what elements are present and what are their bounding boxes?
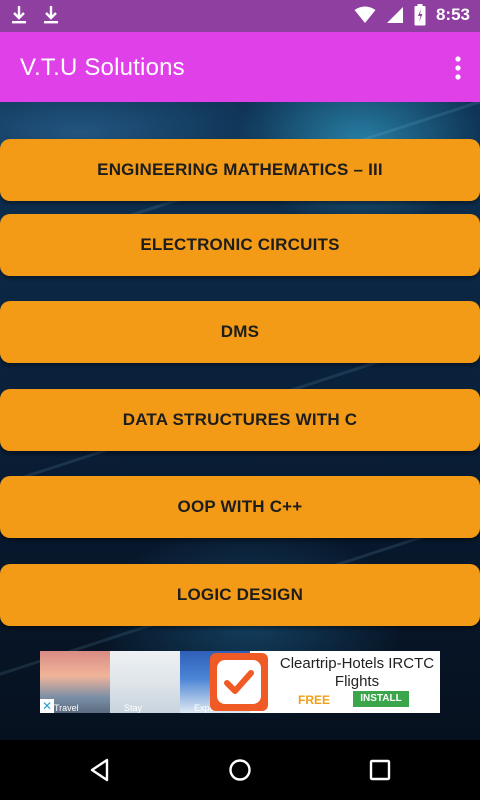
ad-photo-label: Travel: [54, 703, 79, 713]
subject-button-data-structures[interactable]: DATA STRUCTURES WITH C: [0, 389, 480, 451]
subject-button-label: ELECTRONIC CIRCUITS: [140, 235, 340, 254]
subject-button-oop-cpp[interactable]: OOP WITH C++: [0, 476, 480, 538]
download-icon: [10, 5, 28, 25]
subject-button-dms[interactable]: DMS: [0, 301, 480, 363]
subject-button-logic-design[interactable]: LOGIC DESIGN: [0, 564, 480, 626]
status-bar: 8:53: [0, 0, 480, 32]
ad-photo-label: Stay: [124, 703, 143, 713]
signal-icon: [386, 6, 404, 24]
download-icon: [42, 5, 60, 25]
ad-app-icon: [210, 653, 268, 711]
subject-button-label: DMS: [220, 322, 260, 341]
status-bar-system: 8:53: [354, 4, 470, 26]
wifi-icon: [354, 6, 376, 24]
checkmark-icon: [224, 670, 254, 694]
subject-button-label: OOP WITH C++: [177, 497, 303, 516]
more-vert-icon[interactable]: [454, 56, 462, 80]
ad-photo-stay: Stay: [110, 651, 180, 713]
close-icon[interactable]: ✕: [40, 699, 54, 713]
subject-button-engineering-mathematics[interactable]: ENGINEERING MATHEMATICS – III: [0, 139, 480, 201]
subject-button-label: DATA STRUCTURES WITH C: [122, 410, 358, 429]
page-title: V.T.U Solutions: [20, 54, 185, 81]
ad-install-button[interactable]: INSTALL: [353, 691, 409, 707]
status-bar-notifications: [10, 5, 60, 25]
recents-icon[interactable]: [366, 756, 394, 784]
navigation-bar: [0, 740, 480, 800]
app-bar: V.T.U Solutions: [0, 32, 480, 102]
battery-icon: [414, 4, 426, 26]
subject-button-label: ENGINEERING MATHEMATICS – III: [97, 160, 383, 179]
status-time: 8:53: [435, 5, 470, 24]
back-icon[interactable]: [86, 756, 114, 784]
subject-button-electronic-circuits[interactable]: ELECTRONIC CIRCUITS: [0, 214, 480, 276]
subject-button-label: LOGIC DESIGN: [176, 585, 304, 604]
ad-banner[interactable]: Travel Stay Experience ✕ Cleartrip-Hotel…: [40, 651, 440, 713]
ad-price: FREE: [298, 693, 331, 707]
home-icon[interactable]: [226, 756, 254, 784]
ad-title: Cleartrip-Hotels IRCTC Flights: [279, 655, 435, 690]
